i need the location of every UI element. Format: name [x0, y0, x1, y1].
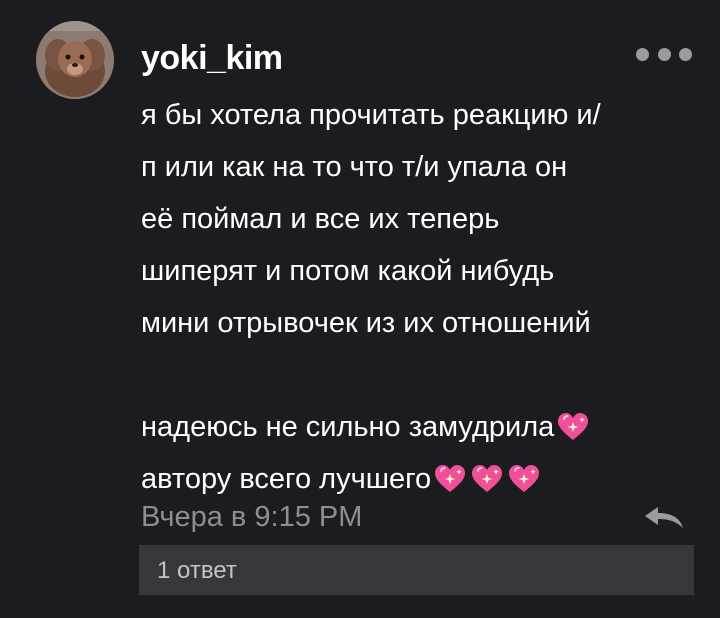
- sparkling-heart-icon: [435, 465, 466, 492]
- dot-icon: [636, 47, 649, 61]
- view-replies-button[interactable]: 1 ответ: [139, 545, 694, 595]
- dot-icon: [657, 47, 671, 61]
- more-options-icon[interactable]: [636, 47, 692, 61]
- avatar[interactable]: [36, 21, 114, 99]
- dot-icon: [679, 47, 692, 61]
- comment-card: yoki_kim я бы хотела прочитать реакцию и…: [0, 0, 720, 618]
- comment-line: я бы хотела прочитать реакцию и/: [141, 99, 601, 131]
- comment-text: я бы хотела прочитать реакцию и/ п или к…: [141, 89, 701, 505]
- sparkling-heart-icon: [558, 413, 589, 440]
- comment-line: мини отрывочек из их отношений: [141, 307, 591, 339]
- replies-count-label: 1 ответ: [157, 557, 237, 584]
- avatar-image: [36, 21, 114, 99]
- comment-line: п или как на то что т/и упала он: [141, 151, 568, 183]
- comment-line: надеюсь не сильно замудрила: [141, 411, 555, 443]
- comment-line-with-emoji: надеюсь не сильно замудрила: [141, 401, 701, 453]
- reply-icon[interactable]: [641, 503, 687, 531]
- sparkling-heart-icon: [472, 465, 503, 492]
- sparkling-heart-icon: [509, 465, 540, 492]
- username[interactable]: yoki_kim: [141, 36, 283, 80]
- comment-timestamp: Вчера в 9:15 PM: [141, 501, 363, 533]
- comment-line: её поймал и все их теперь: [141, 203, 500, 235]
- comment-line: шиперят и потом какой нибудь: [141, 255, 555, 287]
